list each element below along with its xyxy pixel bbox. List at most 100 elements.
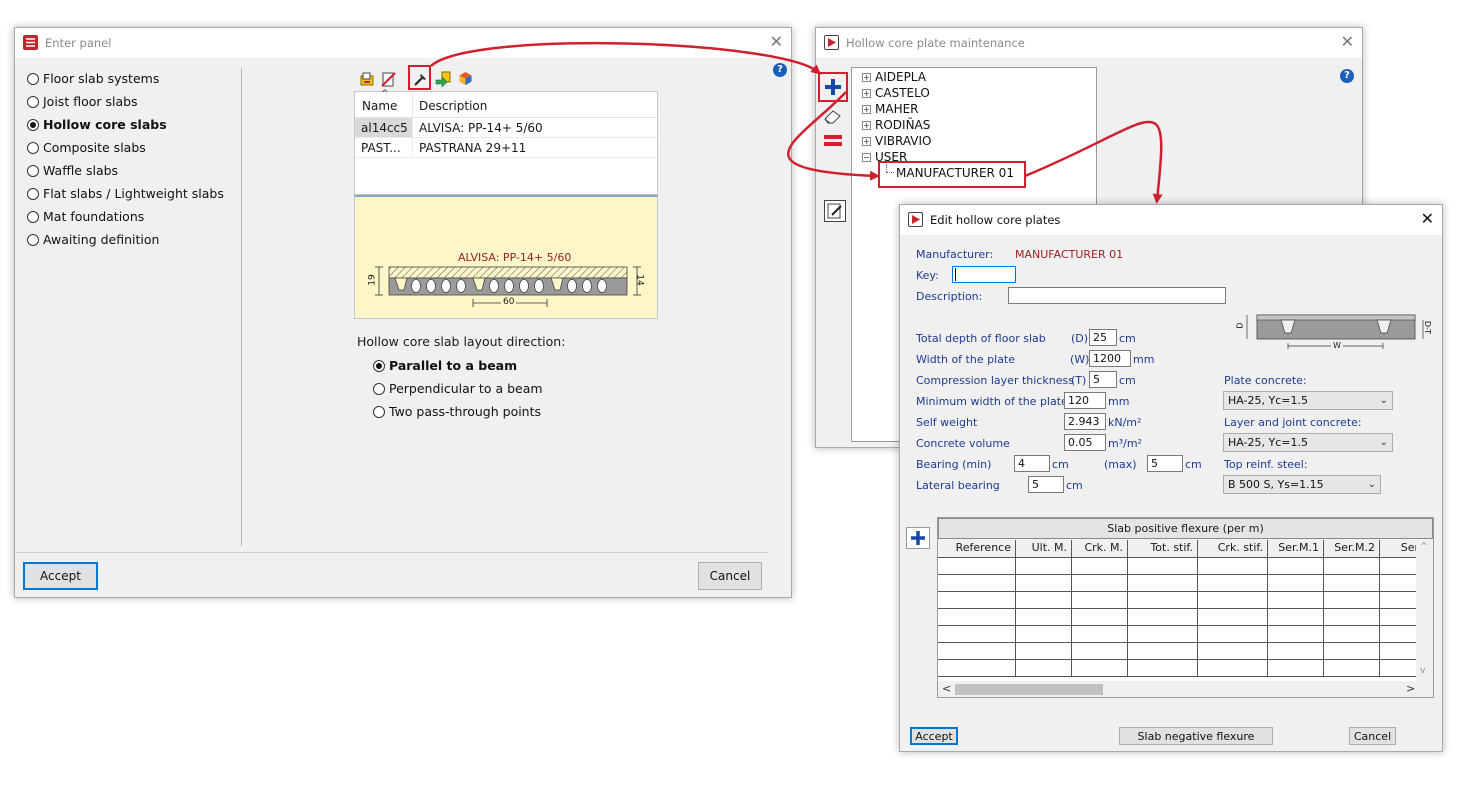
grid-cell[interactable]	[1324, 660, 1380, 677]
grid-cell[interactable]	[1198, 558, 1268, 575]
close-icon[interactable]: ✕	[770, 33, 783, 51]
help-icon[interactable]: ?	[773, 63, 787, 77]
bearing-min-field[interactable]: 4	[1014, 455, 1050, 472]
scroll-down-icon[interactable]: v	[1420, 666, 1425, 676]
grid-cell[interactable]	[1016, 660, 1072, 677]
grid-cell[interactable]	[1016, 575, 1072, 592]
grid-cell[interactable]	[1128, 575, 1198, 592]
grid-cell[interactable]	[938, 592, 1016, 609]
grid-cell[interactable]	[1380, 558, 1416, 575]
new-icon[interactable]	[360, 72, 375, 87]
grid-cell[interactable]	[1268, 626, 1324, 643]
grid-cell[interactable]	[1128, 643, 1198, 660]
grid-column-header[interactable]: Ser.M	[1380, 540, 1416, 558]
grid-cell[interactable]	[1380, 575, 1416, 592]
close-icon[interactable]: ✕	[1421, 210, 1434, 228]
delete-icon[interactable]	[381, 72, 396, 87]
grid-cell[interactable]	[1198, 592, 1268, 609]
close-icon[interactable]: ✕	[1341, 33, 1354, 51]
slab-type-hollow-core[interactable]: Hollow core slabs	[27, 117, 167, 132]
grid-cell[interactable]	[1198, 660, 1268, 677]
grid-cell[interactable]	[1324, 558, 1380, 575]
cancel-button[interactable]: Cancel	[1349, 727, 1396, 745]
eraser-icon[interactable]	[823, 108, 843, 124]
min-width-field[interactable]: 120	[1064, 392, 1106, 409]
edit-titlebar[interactable]: Edit hollow core plates ✕	[900, 205, 1442, 235]
horizontal-scrollbar[interactable]: < >	[938, 681, 1433, 697]
grid-cell[interactable]	[1380, 643, 1416, 660]
direction-two-points[interactable]: Two pass-through points	[373, 404, 541, 419]
plate-width-field[interactable]: 1200	[1089, 350, 1131, 367]
grid-column-header[interactable]: Crk. stif.	[1198, 540, 1268, 558]
direction-parallel[interactable]: Parallel to a beam	[373, 358, 517, 373]
slab-type-flat[interactable]: Flat slabs / Lightweight slabs	[27, 186, 224, 201]
tree-item-rodinas[interactable]: + RODIÑAS	[862, 118, 930, 132]
direction-perpendicular[interactable]: Perpendicular to a beam	[373, 381, 543, 396]
grid-cell[interactable]	[1324, 609, 1380, 626]
grid-cell[interactable]	[1128, 626, 1198, 643]
grid-cell[interactable]	[1324, 592, 1380, 609]
grid-cell[interactable]	[1128, 660, 1198, 677]
expand-icon[interactable]: +	[862, 72, 871, 82]
slab-type-composite[interactable]: Composite slabs	[27, 140, 146, 155]
tree-item-maher[interactable]: + MAHER	[862, 102, 919, 116]
grid-cell[interactable]	[1380, 660, 1416, 677]
grid-cell[interactable]	[1380, 609, 1416, 626]
grid-cell[interactable]	[1072, 626, 1128, 643]
grid-cell[interactable]	[1016, 558, 1072, 575]
grid-cell[interactable]	[1268, 660, 1324, 677]
import-icon[interactable]	[435, 71, 451, 88]
slab-type-mat[interactable]: Mat foundations	[27, 209, 144, 224]
scroll-up-icon[interactable]: ^	[1420, 542, 1428, 552]
key-field[interactable]	[952, 266, 1016, 283]
cancel-button[interactable]: Cancel	[698, 562, 762, 590]
grid-cell[interactable]	[1324, 643, 1380, 660]
concrete-volume-field[interactable]: 0.05	[1064, 434, 1106, 451]
tree-item-castelo[interactable]: + CASTELO	[862, 86, 930, 100]
edit-page-icon[interactable]	[824, 200, 846, 222]
description-field[interactable]	[1008, 287, 1226, 304]
scroll-right-icon[interactable]: >	[1406, 682, 1415, 695]
grid-cell[interactable]	[1380, 626, 1416, 643]
grid-body[interactable]: Reference Ult. M. Crk. M. Tot. stif. Crk. st…	[938, 540, 1416, 681]
layer-concrete-select[interactable]: HA-25, Yc=1.5 ⌄	[1223, 433, 1393, 452]
equal-icon[interactable]	[823, 132, 843, 150]
vertical-scrollbar[interactable]: ^ v	[1417, 540, 1433, 681]
grid-cell[interactable]	[1324, 575, 1380, 592]
grid-cell[interactable]	[938, 660, 1016, 677]
grid-cell[interactable]	[1072, 660, 1128, 677]
slab-type-floor[interactable]: Floor slab systems	[27, 71, 159, 86]
slab-type-waffle[interactable]: Waffle slabs	[27, 163, 118, 178]
grid-cell[interactable]	[938, 626, 1016, 643]
expand-icon[interactable]: +	[862, 136, 871, 146]
tree-item-aidepla[interactable]: + AIDEPLA	[862, 70, 926, 84]
grid-cell[interactable]	[1072, 643, 1128, 660]
bearing-max-field[interactable]: 5	[1147, 455, 1183, 472]
lateral-bearing-field[interactable]: 5	[1028, 476, 1064, 493]
self-weight-field[interactable]: 2.943	[1064, 413, 1106, 430]
enter-panel-titlebar[interactable]: Enter panel ✕	[15, 28, 791, 58]
grid-column-header[interactable]: Crk. M.	[1072, 540, 1128, 558]
grid-cell[interactable]	[1268, 643, 1324, 660]
grid-cell[interactable]	[1268, 609, 1324, 626]
cube-icon[interactable]	[458, 71, 473, 86]
grid-cell[interactable]	[1128, 609, 1198, 626]
scroll-left-icon[interactable]: <	[942, 682, 951, 695]
compression-layer-field[interactable]: 5	[1089, 371, 1117, 388]
grid-column-header[interactable]: Ult. M.	[1016, 540, 1072, 558]
grid-column-header[interactable]: Reference	[938, 540, 1016, 558]
add-row-icon[interactable]	[906, 527, 930, 549]
grid-column-header[interactable]: Ser.M.1	[1268, 540, 1324, 558]
slab-type-awaiting[interactable]: Awaiting definition	[27, 232, 159, 247]
expand-icon[interactable]: +	[862, 88, 871, 98]
grid-cell[interactable]	[1128, 592, 1198, 609]
grid-cell[interactable]	[1324, 626, 1380, 643]
grid-cell[interactable]	[1072, 592, 1128, 609]
grid-cell[interactable]	[1268, 558, 1324, 575]
grid-column-header[interactable]: Tot. stif.	[1128, 540, 1198, 558]
slab-type-joist[interactable]: Joist floor slabs	[27, 94, 138, 109]
grid-cell[interactable]	[938, 643, 1016, 660]
help-icon[interactable]: ?	[1340, 69, 1354, 83]
grid-cell[interactable]	[938, 609, 1016, 626]
grid-cell[interactable]	[1128, 558, 1198, 575]
